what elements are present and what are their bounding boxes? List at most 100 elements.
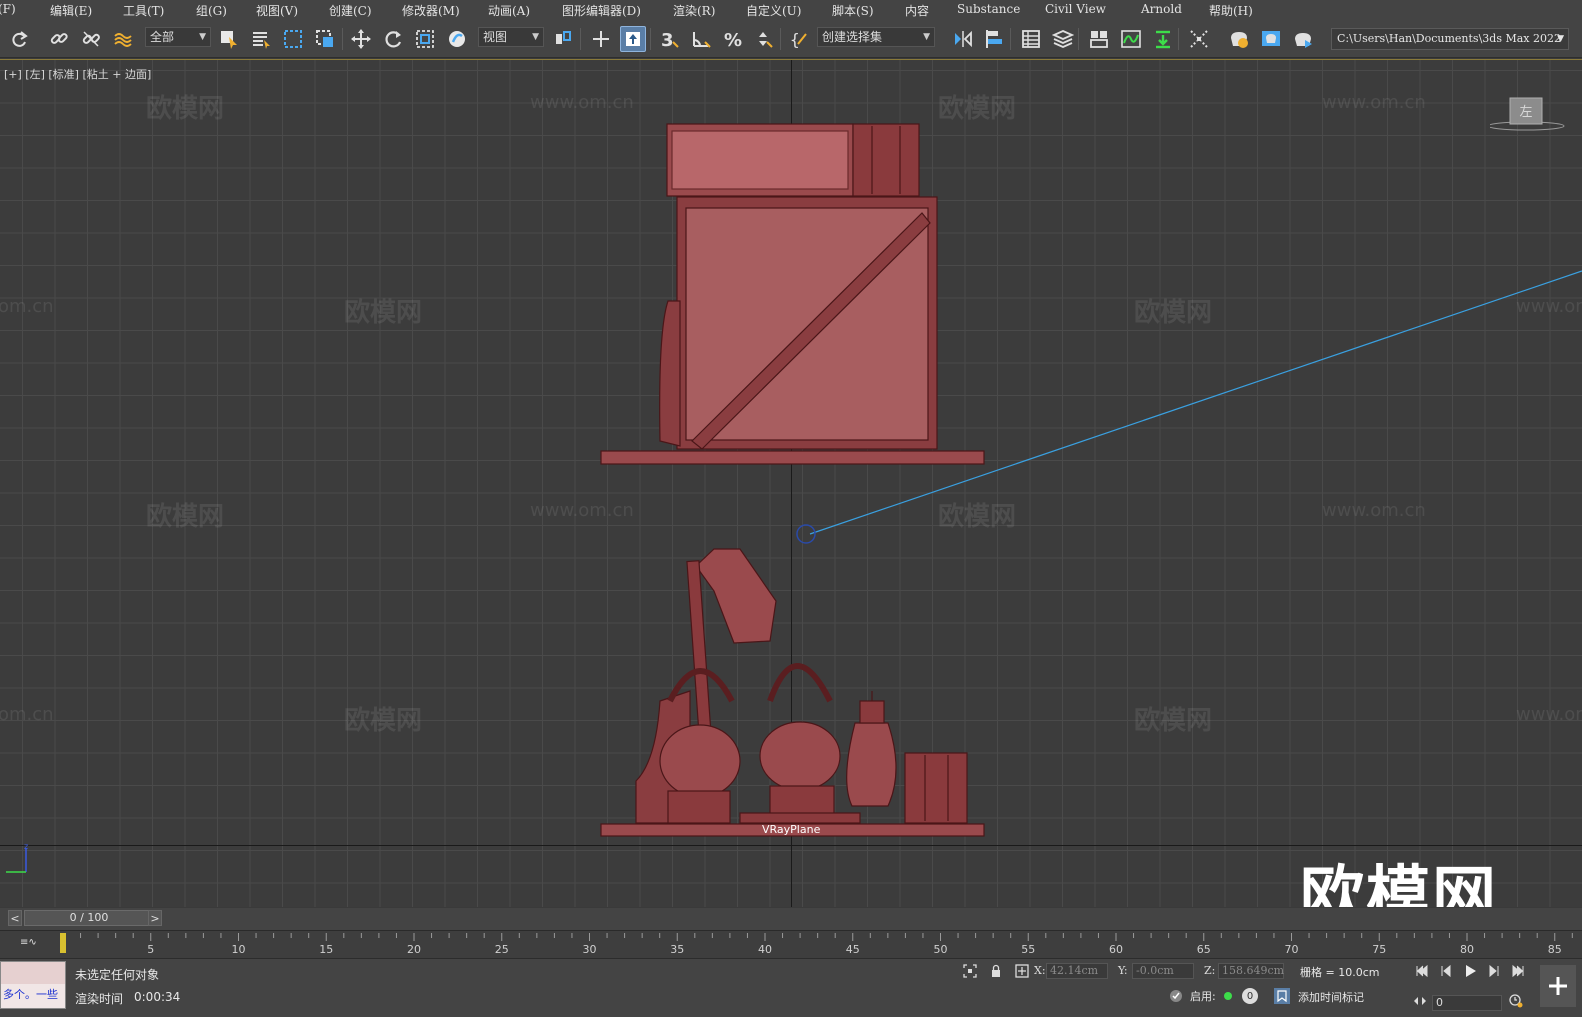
time-slider-handle[interactable]: 0 / 100 — [24, 910, 154, 926]
svg-text:z: z — [24, 842, 28, 851]
track-ruler[interactable]: ≡∿ 0510152025303540455055606570758085 — [0, 931, 1582, 959]
menu-file[interactable]: (F) — [0, 2, 16, 16]
select-object-icon[interactable] — [216, 26, 242, 52]
menu-tools[interactable]: 工具(T) — [123, 2, 164, 19]
maxscript-mini-listener[interactable]: 多个。一些 — [0, 961, 66, 1009]
menu-substance[interactable]: Substance — [957, 2, 1020, 16]
menu-help[interactable]: 帮助(H) — [1209, 2, 1253, 19]
select-manipulate-icon[interactable] — [588, 26, 614, 52]
move-icon[interactable] — [348, 26, 374, 52]
named-selection-value: 创建选择集 — [822, 30, 883, 44]
viewport-left[interactable]: [+] [左] [标准] [粘土 + 边面] 欧模网 www.om.cn 欧模网… — [0, 59, 1582, 907]
play-icon[interactable] — [1462, 963, 1478, 979]
chevron-down-icon: ▼ — [199, 32, 206, 42]
snaps-toggle-icon[interactable]: 3 — [656, 26, 682, 52]
selection-lock-icon[interactable] — [988, 963, 1004, 979]
z-coord-field[interactable]: 158.649cm — [1218, 963, 1284, 979]
menu-group[interactable]: 组(G) — [196, 2, 227, 19]
named-selection-dropdown[interactable]: 创建选择集 ▼ — [817, 27, 935, 47]
bind-space-warp-icon[interactable] — [110, 26, 136, 52]
chevron-down-icon: ▼ — [1557, 34, 1564, 44]
percent-snap-icon[interactable]: % — [720, 26, 746, 52]
go-to-end-icon[interactable] — [1510, 963, 1526, 979]
rotate-icon[interactable] — [380, 26, 406, 52]
previous-frame-icon[interactable] — [1438, 963, 1454, 979]
next-frame-button[interactable]: > — [148, 910, 162, 926]
curve-editor-mini-icon[interactable]: ≡∿ — [20, 937, 37, 948]
mirror-icon[interactable] — [950, 26, 976, 52]
align-icon[interactable] — [982, 26, 1008, 52]
spinner-snap-icon[interactable] — [750, 26, 776, 52]
unlink-icon[interactable] — [78, 26, 104, 52]
light-gizmo[interactable] — [796, 524, 816, 544]
ribbon-toggle-icon[interactable] — [1086, 26, 1112, 52]
rendered-frame-window-icon[interactable] — [1258, 26, 1284, 52]
menu-modifiers[interactable]: 修改器(M) — [402, 2, 460, 19]
svg-text:左: 左 — [1519, 105, 1532, 120]
track-tick-label: 70 — [1285, 943, 1299, 956]
track-tick-label: 65 — [1197, 943, 1211, 956]
render-setup-icon[interactable] — [1226, 26, 1252, 52]
pivot-center-icon[interactable] — [550, 26, 576, 52]
plus-icon — [1549, 977, 1567, 995]
current-frame-field[interactable]: 0 — [1432, 995, 1502, 1011]
menu-content[interactable]: 内容 — [905, 2, 929, 19]
render-production-icon[interactable] — [1290, 26, 1316, 52]
menu-customize[interactable]: 自定义(U) — [746, 2, 801, 19]
add-time-tag-button[interactable]: 添加时间标记 — [1298, 989, 1364, 1005]
scale-icon[interactable] — [412, 26, 438, 52]
absolute-mode-icon[interactable] — [1014, 963, 1030, 979]
viewport-navigation-add-button[interactable] — [1540, 965, 1576, 1007]
place-icon[interactable] — [444, 26, 470, 52]
scene-objects[interactable] — [0, 60, 1582, 907]
menu-arnold[interactable]: Arnold — [1141, 2, 1182, 16]
menu-views[interactable]: 视图(V) — [256, 2, 298, 19]
time-config-icon[interactable] — [1508, 993, 1524, 1009]
key-mode-icon[interactable] — [1412, 993, 1428, 1009]
crate-model[interactable] — [600, 123, 985, 465]
track-tick-label: 35 — [670, 943, 684, 956]
menu-animation[interactable]: 动画(A) — [488, 2, 530, 19]
listener-input[interactable] — [1, 962, 65, 984]
track-bar[interactable]: ≡∿ 0510152025303540455055606570758085 — [0, 930, 1582, 958]
toolbar-separator — [580, 28, 581, 50]
time-tag-icon[interactable] — [1274, 988, 1290, 1004]
go-to-start-icon[interactable] — [1414, 963, 1430, 979]
teapot-set-model[interactable] — [600, 548, 985, 837]
reference-coord-dropdown[interactable]: 视图 ▼ — [478, 27, 544, 47]
menu-scripting[interactable]: 脚本(S) — [832, 2, 874, 19]
isolate-selection-icon[interactable] — [962, 963, 978, 979]
next-frame-icon[interactable] — [1486, 963, 1502, 979]
x-coord-field[interactable]: 42.14cm — [1046, 963, 1108, 979]
rectangular-selection-icon[interactable] — [280, 26, 306, 52]
menu-civil-view[interactable]: Civil View — [1045, 2, 1106, 16]
selection-filter-dropdown[interactable]: 全部 ▼ — [145, 27, 211, 47]
menu-bar: (F) 编辑(E) 工具(T) 组(G) 视图(V) 创建(C) 修改器(M) … — [0, 0, 1582, 20]
viewcube[interactable]: 左 — [1490, 95, 1570, 135]
adaptive-degradation-icon[interactable] — [1168, 988, 1184, 1004]
edit-named-selection-icon[interactable]: { — [786, 26, 812, 52]
scene-explorer-icon[interactable] — [1018, 26, 1044, 52]
link-icon[interactable] — [46, 26, 72, 52]
status-indicator-icon — [1224, 992, 1232, 1000]
keyboard-shortcut-override-icon[interactable] — [620, 26, 646, 52]
select-by-name-icon[interactable] — [248, 26, 274, 52]
previous-frame-button[interactable]: < — [8, 910, 22, 926]
current-frame-marker[interactable] — [60, 933, 66, 953]
track-tick-label: 25 — [495, 943, 509, 956]
project-path-dropdown[interactable]: C:\Users\Han\Documents\3ds Max 2022 ▼ — [1331, 28, 1569, 50]
menu-rendering[interactable]: 渲染(R) — [673, 2, 715, 19]
redo-icon[interactable] — [6, 26, 32, 52]
menu-edit[interactable]: 编辑(E) — [50, 2, 92, 19]
window-crossing-icon[interactable] — [312, 26, 338, 52]
material-editor-icon[interactable] — [1186, 26, 1212, 52]
curve-editor-icon[interactable] — [1118, 26, 1144, 52]
schematic-view-icon[interactable] — [1150, 26, 1176, 52]
toolbar-separator — [1178, 28, 1179, 50]
menu-create[interactable]: 创建(C) — [329, 2, 372, 19]
menu-graph-editors[interactable]: 图形编辑器(D) — [562, 2, 641, 19]
track-tick-label: 85 — [1548, 943, 1562, 956]
angle-snap-icon[interactable] — [688, 26, 714, 52]
layer-explorer-icon[interactable] — [1050, 26, 1076, 52]
y-coord-field[interactable]: -0.0cm — [1132, 963, 1194, 979]
